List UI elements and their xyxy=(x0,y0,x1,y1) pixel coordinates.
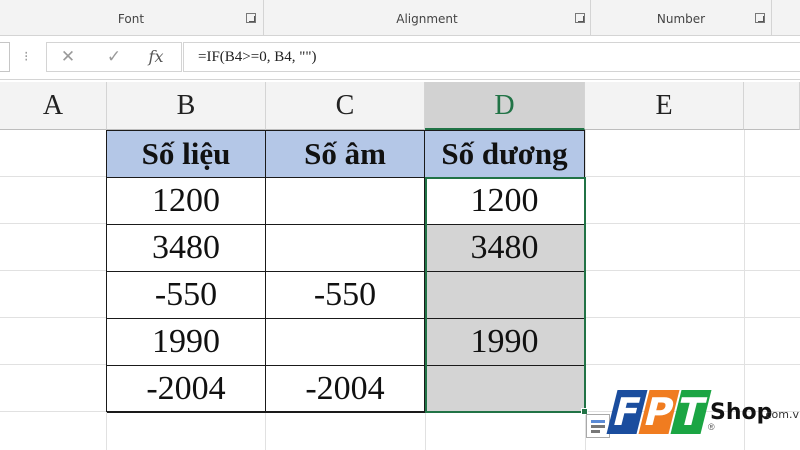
font-group-label: Font xyxy=(117,12,145,26)
alignment-group-label: Alignment xyxy=(396,12,458,26)
table-cell[interactable]: 3480 xyxy=(107,225,266,272)
fpt-shop-logo: FPT ® Shop .com.vn xyxy=(606,390,800,446)
table-header-so-lieu[interactable]: Số liệu xyxy=(107,131,266,178)
formula-bar: ⁝ ✕ ✓ fx =IF(B4>=0, B4, "") xyxy=(0,36,800,80)
column-header-a[interactable]: A xyxy=(0,82,107,130)
selected-cell[interactable] xyxy=(425,272,585,319)
active-cell[interactable]: 1200 xyxy=(425,178,585,225)
insert-function-button[interactable]: fx xyxy=(145,47,167,67)
table-cell[interactable] xyxy=(266,178,425,225)
ribbon-group-bar: Font Alignment Number xyxy=(0,0,800,36)
column-header-f[interactable] xyxy=(744,82,800,130)
alignment-group: Alignment xyxy=(264,0,590,36)
table-cell[interactable]: -2004 xyxy=(266,366,425,413)
number-dialog-launcher-icon[interactable] xyxy=(755,13,765,23)
column-header-d[interactable]: D xyxy=(425,82,585,130)
selected-cell[interactable] xyxy=(425,366,585,413)
fpt-letters: FPT xyxy=(606,390,712,436)
formula-text: =IF(B4>=0, B4, "") xyxy=(198,49,317,65)
table-cell[interactable]: 1200 xyxy=(107,178,266,225)
close-icon[interactable]: ✕ xyxy=(57,47,79,67)
column-header-c[interactable]: C xyxy=(266,82,425,130)
quick-analysis-icon[interactable] xyxy=(586,414,610,438)
font-group: Font xyxy=(0,0,262,36)
table-header-so-duong[interactable]: Số dương xyxy=(425,131,585,178)
table-cell[interactable] xyxy=(266,225,425,272)
table-cell[interactable]: -550 xyxy=(107,272,266,319)
column-header-b[interactable]: B xyxy=(107,82,266,130)
grip-dots-icon[interactable]: ⁝ xyxy=(24,48,28,65)
alignment-dialog-launcher-icon[interactable] xyxy=(575,13,585,23)
table-cell[interactable]: -550 xyxy=(266,272,425,319)
table-cell[interactable]: 1990 xyxy=(107,319,266,366)
selected-cell[interactable]: 1990 xyxy=(425,319,585,366)
formula-input[interactable]: =IF(B4>=0, B4, "") xyxy=(183,42,800,72)
number-group: Number xyxy=(591,0,771,36)
table-header-so-am[interactable]: Số âm xyxy=(266,131,425,178)
ribbon-divider xyxy=(771,0,772,36)
logo-domain-text: .com.vn xyxy=(762,408,800,421)
table-cell[interactable] xyxy=(266,319,425,366)
name-box[interactable] xyxy=(0,42,10,72)
column-header-e[interactable]: E xyxy=(585,82,744,130)
gridline xyxy=(585,130,586,450)
formula-buttons: ✕ ✓ fx xyxy=(46,42,182,72)
font-dialog-launcher-icon[interactable] xyxy=(246,13,256,23)
number-group-label: Number xyxy=(656,12,706,26)
check-icon[interactable]: ✓ xyxy=(103,47,125,67)
selected-cell[interactable]: 3480 xyxy=(425,225,585,272)
table-cell[interactable]: -2004 xyxy=(107,366,266,413)
